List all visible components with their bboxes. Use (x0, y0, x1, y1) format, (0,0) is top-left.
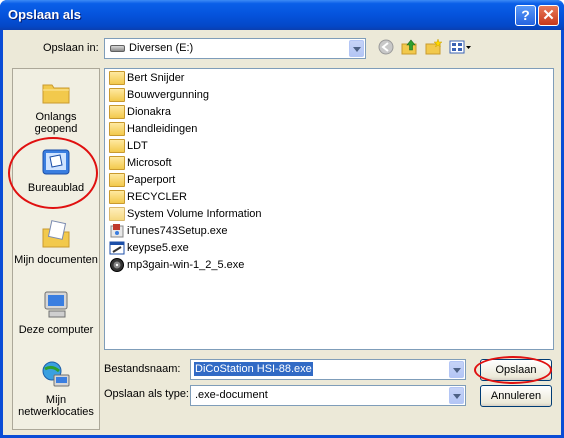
filetype-dropdown[interactable]: .exe-document (190, 385, 466, 406)
folder-icon (109, 88, 125, 102)
places-item-recent[interactable]: Onlangs geopend (13, 76, 99, 135)
filename-input[interactable]: DiCoStation HSI-88.exe (190, 359, 466, 380)
title-bar[interactable]: Opslaan als ? ✕ (0, 0, 564, 30)
chevron-down-icon[interactable] (449, 387, 464, 404)
file-name: keypse5.exe (127, 242, 189, 254)
places-item-my-documents[interactable]: Mijn documenten (13, 219, 99, 266)
dialog-body: Opslaan in: Diversen (E:) Onlangs geopen… (3, 30, 561, 435)
places-label: Onlangs geopend (34, 111, 78, 135)
save-in-dropdown[interactable]: Diversen (E:) (104, 38, 366, 59)
file-name: RECYCLER (127, 191, 187, 203)
file-list[interactable]: Bert Snijder Bouwvergunning Dionakra Han… (104, 68, 554, 350)
system-folder-icon (109, 207, 125, 221)
filename-label: Bestandsnaam: (104, 363, 181, 375)
file-name: Bouwvergunning (127, 89, 209, 101)
file-name: Paperport (127, 174, 176, 186)
disc-exe-icon (109, 258, 125, 272)
chevron-down-icon[interactable] (449, 361, 464, 378)
chevron-down-icon[interactable] (349, 40, 364, 57)
folder-icon (109, 122, 125, 136)
my-documents-icon (40, 219, 72, 251)
installer-icon (109, 224, 125, 238)
new-folder-button[interactable] (425, 38, 443, 56)
folder-icon (109, 190, 125, 204)
cancel-button[interactable]: Annuleren (480, 385, 552, 407)
close-icon: ✕ (542, 7, 555, 24)
save-in-label: Opslaan in: (43, 42, 99, 54)
drive-icon (110, 45, 125, 52)
back-icon (378, 39, 394, 55)
annotation-ring-save (474, 356, 552, 384)
file-name: System Volume Information (127, 208, 262, 220)
places-label: Mijn documenten (14, 254, 98, 266)
folder-icon (109, 105, 125, 119)
exe-icon (109, 241, 125, 255)
file-name: Handleidingen (127, 123, 198, 135)
folder-icon (109, 173, 125, 187)
save-as-dialog: Opslaan als ? ✕ Opslaan in: Diversen (E:… (0, 0, 564, 438)
places-item-network[interactable]: Mijn netwerklocaties (13, 359, 99, 418)
folder-icon (109, 71, 125, 85)
file-name: Microsoft (127, 157, 172, 169)
back-button[interactable] (377, 38, 395, 56)
folder-icon (109, 156, 125, 170)
filetype-label: Opslaan als type: (104, 388, 189, 400)
help-button[interactable]: ? (515, 5, 536, 26)
file-name: LDT (127, 140, 148, 152)
recent-folder-icon (40, 76, 72, 108)
filename-value: DiCoStation HSI-88.exe (194, 362, 313, 376)
view-menu-button[interactable] (449, 38, 473, 56)
view-menu-icon (449, 40, 471, 54)
file-name: mp3gain-win-1_2_5.exe (127, 259, 245, 271)
help-icon: ? (521, 7, 530, 23)
folder-icon (109, 139, 125, 153)
save-in-value: Diversen (E:) (129, 42, 194, 54)
places-label: Deze computer (18, 324, 94, 336)
annotation-ring-desktop (8, 137, 98, 209)
up-folder-button[interactable] (401, 38, 419, 56)
filetype-value: .exe-document (195, 389, 268, 401)
window-title: Opslaan als (8, 7, 81, 22)
file-name: Bert Snijder (127, 72, 185, 84)
new-folder-icon (425, 38, 443, 55)
my-computer-icon (40, 289, 72, 321)
up-folder-icon (401, 39, 417, 55)
places-item-my-computer[interactable]: Deze computer (13, 289, 99, 336)
network-places-icon (40, 359, 72, 391)
places-bar: Onlangs geopend Bureaublad Mijn document… (12, 68, 100, 430)
file-name: Dionakra (127, 106, 172, 118)
places-label: Mijn netwerklocaties (18, 394, 94, 418)
file-name: iTunes743Setup.exe (127, 225, 228, 237)
close-button[interactable]: ✕ (538, 5, 559, 26)
